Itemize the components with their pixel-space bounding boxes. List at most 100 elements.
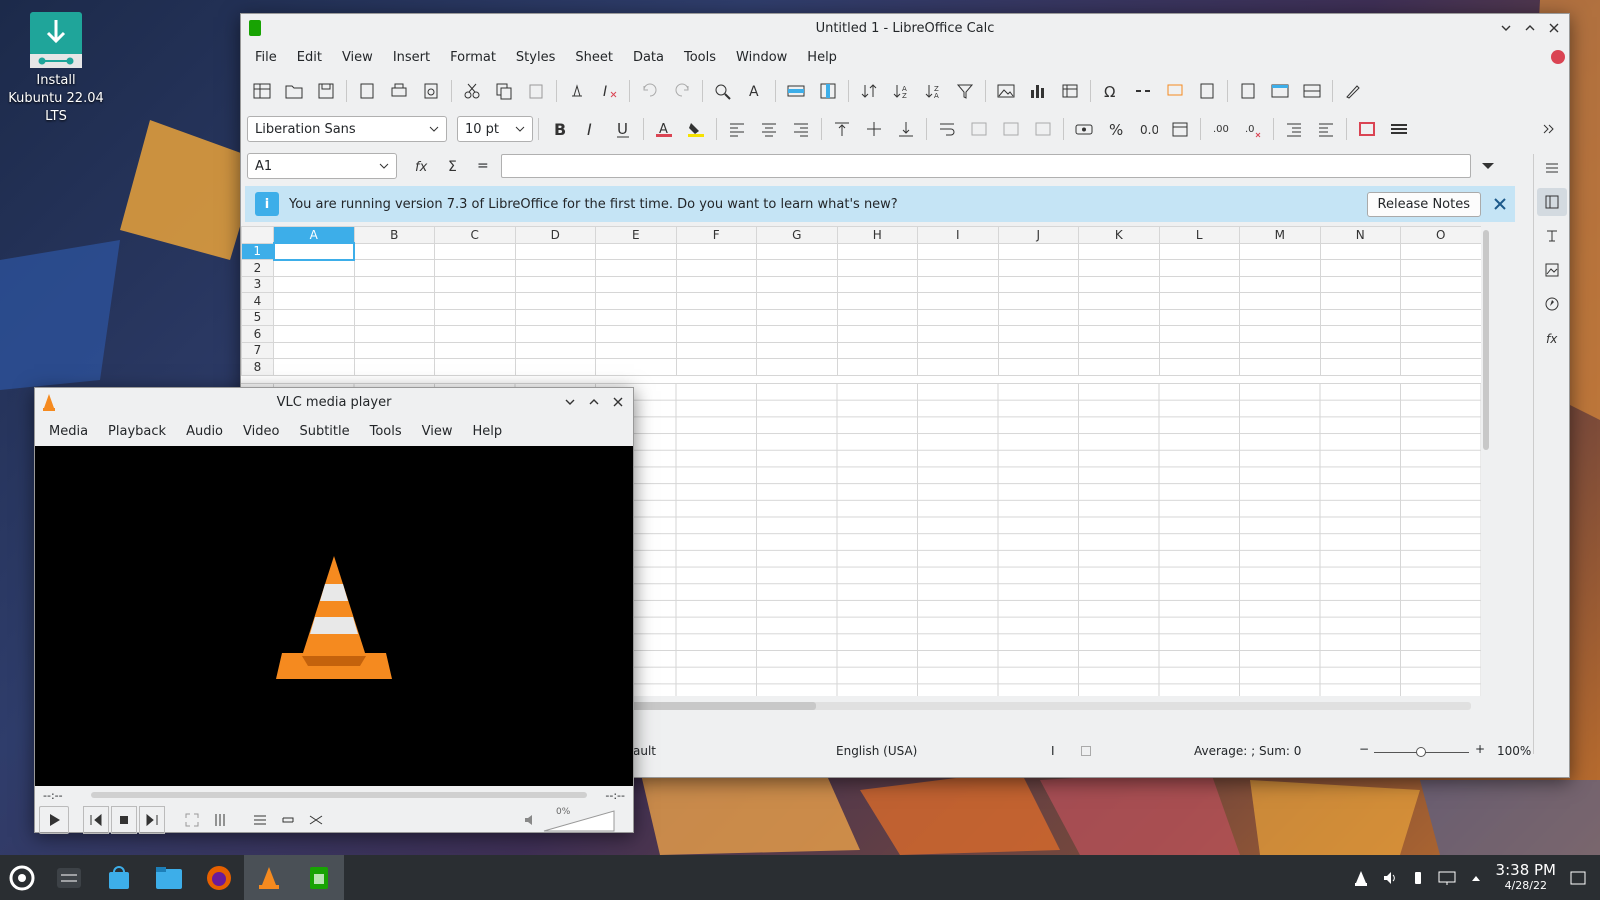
cell[interactable]	[836, 292, 918, 310]
cell[interactable]	[1078, 341, 1160, 359]
vlc-menu-playback[interactable]: Playback	[98, 424, 176, 439]
hscroll-thumb[interactable]	[621, 702, 816, 710]
decrease-indent-icon[interactable]	[1311, 115, 1341, 143]
cell[interactable]	[595, 308, 677, 326]
cell[interactable]	[273, 292, 355, 310]
freeze-rows-columns-icon[interactable]	[1265, 77, 1295, 105]
column-header[interactable]: J	[997, 226, 1079, 244]
cell[interactable]	[675, 275, 757, 293]
align-center-icon[interactable]	[754, 115, 784, 143]
open-icon[interactable]	[279, 77, 309, 105]
insert-image-icon[interactable]	[991, 77, 1021, 105]
column-header[interactable]: K	[1078, 226, 1160, 244]
cell[interactable]	[595, 341, 677, 359]
column-header[interactable]: I	[917, 226, 999, 244]
spelling-icon[interactable]: A	[740, 77, 770, 105]
volume-slider[interactable]: 0%	[542, 807, 617, 833]
cell[interactable]	[1319, 259, 1401, 277]
clear-formatting-icon[interactable]: I	[594, 77, 624, 105]
cell[interactable]	[434, 325, 516, 343]
extended-settings-icon[interactable]	[207, 806, 233, 834]
gallery-icon[interactable]	[1537, 256, 1567, 284]
active-cell-a1[interactable]	[272, 242, 355, 261]
cell[interactable]	[434, 259, 516, 277]
column-header[interactable]: C	[434, 226, 516, 244]
loop-icon[interactable]	[275, 806, 301, 834]
install-kubuntu-desktop-icon[interactable]: Install Kubuntu 22.04 LTS	[8, 12, 104, 126]
center-vertically-icon[interactable]	[859, 115, 889, 143]
vlc-menu-tools[interactable]: Tools	[360, 424, 412, 439]
cell[interactable]	[1158, 325, 1240, 343]
cell[interactable]	[595, 358, 677, 376]
merge-cells-icon[interactable]	[996, 115, 1026, 143]
column-header[interactable]: A	[273, 226, 355, 244]
cell[interactable]	[595, 242, 677, 260]
special-character-icon[interactable]: Ω	[1096, 77, 1126, 105]
calc-titlebar[interactable]: Untitled 1 - LibreOffice Calc	[241, 14, 1569, 42]
column-header[interactable]: O	[1400, 226, 1481, 244]
cell[interactable]	[353, 341, 435, 359]
cell[interactable]	[434, 242, 516, 260]
sidebar-menu-icon[interactable]	[1537, 154, 1567, 182]
formula-input[interactable]	[500, 154, 1471, 178]
cell[interactable]	[675, 341, 757, 359]
cell[interactable]	[434, 308, 516, 326]
vlc-menu-media[interactable]: Media	[39, 424, 98, 439]
playlist-icon[interactable]	[247, 806, 273, 834]
cell[interactable]	[353, 292, 435, 310]
network-icon[interactable]	[1438, 870, 1456, 886]
expand-formula-bar-icon[interactable]	[1473, 152, 1503, 180]
cell[interactable]	[917, 325, 999, 343]
font-size-select[interactable]: 10 pt	[457, 116, 533, 142]
cell[interactable]	[1239, 242, 1321, 260]
format-as-percent-icon[interactable]: %	[1101, 115, 1131, 143]
styles-icon[interactable]	[1537, 222, 1567, 250]
cell[interactable]	[675, 358, 757, 376]
system-settings-icon[interactable]	[44, 855, 94, 900]
redo-icon[interactable]	[667, 77, 697, 105]
cell[interactable]	[353, 325, 435, 343]
cell[interactable]	[997, 242, 1079, 260]
cell[interactable]	[917, 358, 999, 376]
cell[interactable]	[675, 259, 757, 277]
cell[interactable]	[1158, 292, 1240, 310]
formula-equals[interactable]: =	[477, 158, 489, 174]
clock[interactable]: 3:38 PM 4/28/22	[1496, 862, 1556, 894]
minimize-icon[interactable]	[1497, 19, 1515, 37]
cell[interactable]	[434, 358, 516, 376]
cell[interactable]	[1158, 358, 1240, 376]
menu-data[interactable]: Data	[623, 50, 674, 65]
cell[interactable]	[917, 242, 999, 260]
border-style-icon[interactable]	[1384, 115, 1414, 143]
vlc-taskbar-icon[interactable]	[244, 855, 294, 900]
cell[interactable]	[997, 292, 1079, 310]
cell[interactable]	[514, 259, 596, 277]
close-document-icon[interactable]	[1551, 50, 1565, 64]
name-box[interactable]: A1	[247, 153, 397, 179]
clone-formatting-icon[interactable]	[562, 77, 592, 105]
italic-icon[interactable]: I	[576, 115, 606, 143]
cell[interactable]	[1400, 259, 1481, 277]
cell[interactable]	[675, 325, 757, 343]
cell[interactable]	[1319, 275, 1401, 293]
cell[interactable]	[1078, 292, 1160, 310]
cell[interactable]	[595, 259, 677, 277]
cell[interactable]	[756, 242, 838, 260]
calc-taskbar-icon[interactable]	[294, 855, 344, 900]
cell[interactable]	[997, 341, 1079, 359]
delete-decimal-place-icon[interactable]: .0	[1238, 115, 1268, 143]
cell[interactable]	[1319, 325, 1401, 343]
fullscreen-icon[interactable]	[179, 806, 205, 834]
status-summary[interactable]: Average: ; Sum: 0	[1194, 744, 1301, 758]
row-header[interactable]: 3	[241, 275, 274, 293]
cell[interactable]	[1158, 259, 1240, 277]
cell[interactable]	[353, 259, 435, 277]
cell[interactable]	[675, 242, 757, 260]
row-header[interactable]: 6	[241, 325, 274, 343]
close-infobar-icon[interactable]	[1493, 197, 1507, 211]
cell[interactable]	[595, 325, 677, 343]
menu-format[interactable]: Format	[440, 50, 506, 65]
font-name-select[interactable]: Liberation Sans	[247, 116, 447, 142]
cell[interactable]	[1239, 341, 1321, 359]
zoom-out-icon[interactable]: −	[1359, 742, 1369, 756]
